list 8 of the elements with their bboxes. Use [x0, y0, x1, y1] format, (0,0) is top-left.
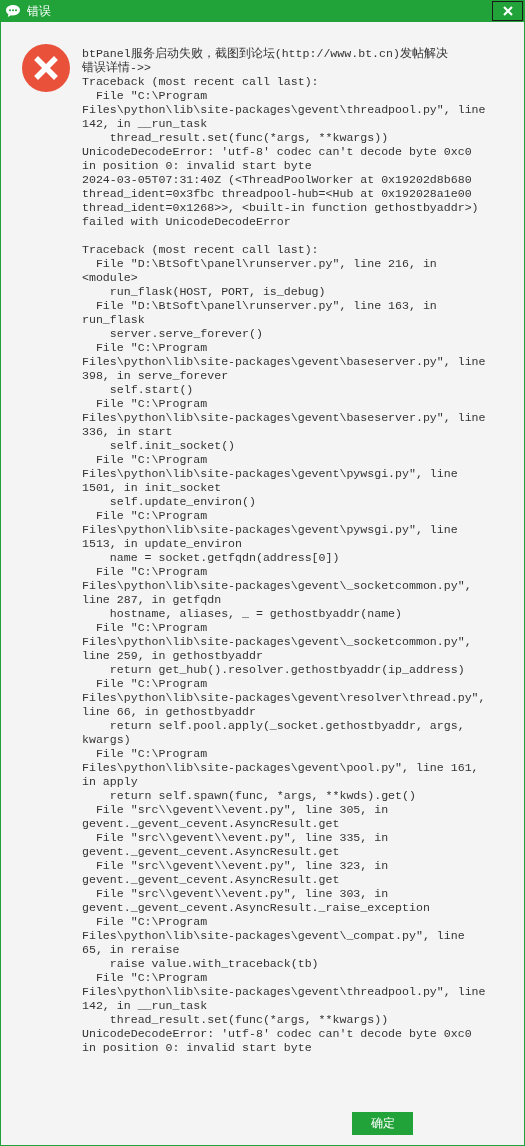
close-button[interactable] [492, 1, 523, 21]
window-title: 错误 [27, 2, 52, 20]
chat-bubble-icon [5, 4, 21, 18]
close-icon [502, 6, 513, 16]
ok-button[interactable]: 确定 [352, 1112, 413, 1135]
error-message: Traceback (most recent call last): File "C:\Program Files\python\lib\site-packages\gevent\threadpool.py", line 142, in __run_task thread_result.set(func(*args, **kwargs)) UnicodeDecodeError: 'utf-8' codec can't decode byte 0xc0 in position 0: invalid start byte 2024-03-05T07:31:40Z (<ThreadPoolWorker at 0x19202d8b680 thread_ident=0x3fbc threadpool-hub=<Hub at 0x192028a1e00 thread_ident=0x1268>>, <built-in function gethostbyaddr>) failed with UnicodeDecodeError Traceback (most recent call last): File "D:\BtSoft\panel\runserver.py", line 216, in <module> run_flask(HOST, PORT, is_debug) File "D:\BtSoft\panel\runserver.py", line 163, in run_flask server.serve_forever() File "C:\Program Files\python\lib\site-packages\gevent\baseserver.py", line 398, in serve_forever self.start() File "C:\Program Files\python\lib\site-packages\gevent\baseserver.py", line 336, in start self.init_socket() File "C:\Program Files\python\lib\site-packages\gevent\pywsgi.py", line 1501, in init_socket self.update_environ() File "C:\Program Files\python\lib\site-packages\gevent\pywsgi.py", line 1513, in update_environ name = socket.getfqdn(address[0]) File "C:\Program Files\python\lib\site-packages\gevent\_socketcommon.py", line 287, in getfqdn hostname, aliases, _ = gethostbyaddr(name) File "C:\Program Files\python\lib\site-packages\gevent\_socketcommon.py", line 259, in gethostbyaddr return get_hub().resolver.gethostbyaddr(ip_address) File "C:\Program Files\python\lib\site-packages\gevent\resolver\thread.py", line 66, in gethostbyaddr return self.pool.apply(_socket.gethostbyaddr, args, kwargs) File "C:\Program Files\python\lib\site-packages\gevent\pool.py", line 161, in apply return self.spawn(func, *args, **kwds).get() File "src\\gevent\\event.py", line 305, in gevent._gevent_cevent.AsyncResult.get File "src\\gevent\\event.py", line 335, in gevent._gevent_cevent.AsyncResult.get File "src\\gevent\\event.py", line 323, in gevent._gevent_cevent.AsyncResult.get File "src\\gevent\\event.py", line 303, in gevent._gevent_cevent.AsyncResult._raise_exception File "C:\Program Files\python\lib\site-packages\gevent\_compat.py", line 65, in reraise raise value.with_traceback(tb) File "C:\Program Files\python\lib\site-packages\gevent\threadpool.py", line 142, in __run_task thread_result.set(func(*args, **kwargs)) UnicodeDecodeError: 'utf-8' codec can't decode byte 0xc0 in position 0: invalid start byte [82, 75, 486, 1055]
error-icon [22, 44, 70, 92]
error-heading: btPanel服务启动失败，截图到论坛(http://www.bt.cn)发帖解决错误详情->> [82, 47, 449, 75]
